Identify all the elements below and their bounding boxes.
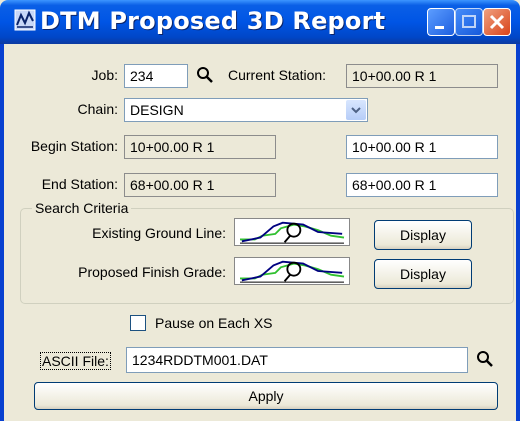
minimize-button[interactable] — [427, 8, 455, 36]
begin-station-readonly: 10+00.00 R 1 — [124, 135, 276, 159]
display-existing-ground-button[interactable]: Display — [374, 220, 472, 250]
chain-selected-value: DESIGN — [130, 102, 184, 118]
chain-label: Chain: — [77, 101, 118, 117]
search-criteria-title: Search Criteria — [32, 200, 132, 216]
search-icon[interactable] — [196, 66, 214, 84]
job-input[interactable]: 234 — [124, 64, 188, 88]
apply-button[interactable]: Apply — [34, 382, 498, 410]
chain-select[interactable]: DESIGN — [124, 98, 368, 122]
chevron-down-icon — [351, 107, 361, 114]
begin-station-label: Begin Station: — [30, 138, 118, 154]
ascii-file-label: ASCII File: — [40, 352, 111, 370]
window-title: DTM Proposed 3D Report — [40, 7, 386, 35]
maximize-button[interactable] — [455, 8, 483, 36]
title-bar[interactable]: DTM Proposed 3D Report — [0, 0, 520, 44]
end-station-label: End Station: — [41, 176, 118, 192]
pause-checkbox[interactable] — [130, 315, 146, 331]
minimize-icon — [435, 26, 444, 29]
current-station-value: 10+00.00 R 1 — [346, 64, 498, 88]
end-station-readonly: 68+00.00 R 1 — [124, 173, 276, 197]
search-icon[interactable] — [476, 350, 494, 368]
maximize-icon — [462, 15, 476, 28]
window-border-left — [0, 44, 4, 421]
begin-station-input[interactable]: 10+00.00 R 1 — [346, 135, 498, 159]
existing-ground-line-label: Existing Ground Line: — [92, 225, 226, 241]
chain-dropdown-button[interactable] — [346, 100, 366, 120]
pause-label: Pause on Each XS — [155, 315, 273, 331]
end-station-input[interactable]: 68+00.00 R 1 — [346, 173, 498, 197]
profile-graph-icon — [234, 257, 350, 285]
ascii-file-input[interactable]: 1234RDDTM001.DAT — [126, 347, 468, 373]
close-icon — [489, 14, 505, 30]
close-button[interactable] — [483, 8, 511, 36]
dtm-app-icon — [14, 9, 36, 31]
window-border-right — [516, 44, 520, 421]
dtm-report-dialog: DTM Proposed 3D Report Job: 234 Current … — [0, 0, 520, 421]
proposed-finish-grade-label: Proposed Finish Grade: — [78, 264, 226, 280]
display-proposed-grade-button[interactable]: Display — [374, 259, 472, 289]
current-station-label: Current Station: — [228, 67, 327, 83]
job-label: Job: — [91, 67, 118, 83]
profile-graph-icon — [234, 218, 350, 246]
